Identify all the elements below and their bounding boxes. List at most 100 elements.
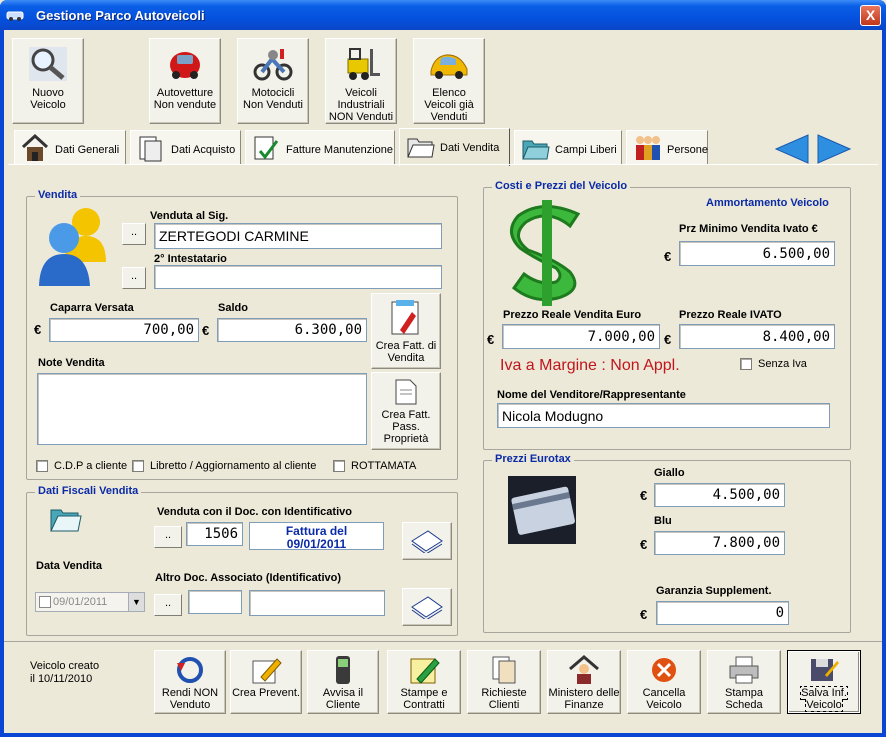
min-price-field[interactable]: 6.500,00	[679, 241, 835, 266]
magnifier-icon	[29, 47, 67, 81]
document-id-field[interactable]: 1506	[186, 522, 243, 546]
save-vehicle-label: Salva Inf. Veicolo	[800, 686, 848, 712]
buyer-field[interactable]: ZERTEGODI CARMINE	[154, 223, 442, 249]
other-document-id-field[interactable]	[188, 590, 242, 614]
print-sheet-label: Stampa Scheda	[725, 687, 763, 711]
person-house-icon	[569, 655, 599, 684]
delete-vehicle-button[interactable]: Cancella Veicolo	[627, 650, 701, 714]
tab-persone[interactable]: Persone	[626, 130, 708, 164]
finance-ministry-label: Ministero delle Finanze	[548, 687, 620, 711]
sale-date-picker[interactable]: 09/01/2011 ▼	[35, 592, 145, 612]
no-vat-checkbox[interactable]: Senza Iva	[740, 358, 807, 370]
group-title: Vendita	[35, 189, 81, 201]
checkbox-box[interactable]	[36, 460, 48, 472]
mark-unsold-button[interactable]: Rendi NON Venduto	[154, 650, 226, 714]
tab-campi-liberi[interactable]: Campi Liberi	[514, 130, 622, 164]
open-document-button[interactable]	[402, 522, 452, 560]
balance-field[interactable]: 6.300,00	[217, 318, 367, 342]
rottamata-checkbox[interactable]: ROTTAMATA	[333, 460, 416, 472]
blue-price-field[interactable]: 7.800,00	[654, 531, 785, 555]
buyer-lookup-button[interactable]: ..	[122, 223, 146, 245]
tab-fatture-manutenzione[interactable]: Fatture Manutenzione	[245, 130, 395, 164]
previous-arrow-icon[interactable]	[774, 134, 810, 164]
blue-price-currency: €	[640, 537, 648, 552]
pencil-edit-icon	[410, 658, 440, 684]
forklift-icon	[347, 48, 380, 80]
people-icon	[636, 136, 660, 160]
app-window: Gestione Parco Autoveicoli X Nuovo Veico…	[0, 0, 886, 737]
real-price-vat-label: Prezzo Reale IVATO	[679, 309, 782, 321]
tab-label: Dati Acquisto	[171, 144, 236, 156]
create-passive-invoice-label: Crea Fatt. Pass. Proprietà	[381, 409, 431, 445]
group-title: Costi e Prezzi del Veicolo	[492, 180, 631, 192]
checkbox-box[interactable]	[740, 358, 752, 370]
notes-textarea[interactable]	[37, 373, 367, 445]
date-checkbox[interactable]	[39, 596, 51, 608]
yellow-price-field[interactable]: 4.500,00	[654, 483, 785, 507]
warranty-currency: €	[640, 607, 648, 622]
print-sheet-button[interactable]: Stampa Scheda	[707, 650, 781, 714]
undo-icon	[177, 657, 203, 683]
create-invoice-label: Crea Fatt. di Vendita	[375, 340, 437, 364]
checkbox-label: ROTTAMATA	[351, 460, 417, 472]
unsold-industrial-label: Veicoli Industriali NON Venduti	[328, 87, 394, 123]
seller-field[interactable]: Nicola Modugno	[497, 403, 830, 428]
notify-client-button[interactable]: Avvisa il Cliente	[307, 650, 379, 714]
checkbox-box[interactable]	[132, 460, 144, 472]
title-bar: Gestione Parco Autoveicoli X	[0, 0, 886, 30]
second-holder-field[interactable]	[154, 265, 442, 289]
sold-vehicles-label: Elenco Veicoli già Venduti	[424, 87, 474, 123]
sold-vehicles-button[interactable]: Elenco Veicoli già Venduti	[413, 38, 485, 124]
document-stack-icon	[139, 136, 162, 162]
unsold-industrial-button[interactable]: Veicoli Industriali NON Venduti	[325, 38, 397, 124]
new-vehicle-button[interactable]: Nuovo Veicolo	[12, 38, 84, 124]
min-price-currency: €	[664, 249, 672, 264]
dollar-icon	[510, 200, 581, 306]
chevron-down-icon[interactable]: ▼	[128, 593, 144, 611]
create-estimate-button[interactable]: Crea Prevent.	[230, 650, 302, 714]
create-invoice-button[interactable]: Crea Fatt. di Vendita	[371, 293, 441, 369]
client-area: Nuovo Veicolo Autovetture Non vendute Mo…	[4, 30, 882, 733]
unsold-cars-button[interactable]: Autovetture Non vendute	[149, 38, 221, 124]
window-title: Gestione Parco Autoveicoli	[36, 8, 205, 23]
deposit-field[interactable]: 700,00	[49, 318, 199, 342]
pencil-note-icon	[252, 658, 282, 684]
new-vehicle-label: Nuovo Veicolo	[30, 87, 66, 111]
real-price-vat-field[interactable]: 8.400,00	[679, 324, 835, 349]
other-document-description-field[interactable]	[249, 590, 385, 616]
footer-separator	[4, 641, 882, 642]
buyer-label: Venduta al Sig.	[150, 210, 229, 222]
prints-contracts-button[interactable]: Stampe e Contratti	[387, 650, 461, 714]
deposit-currency: €	[34, 322, 42, 337]
other-document-lookup-button[interactable]: ..	[154, 594, 182, 616]
next-arrow-icon[interactable]	[816, 134, 852, 164]
tab-label: Dati Generali	[55, 144, 120, 156]
document-lookup-button[interactable]: ..	[154, 526, 182, 548]
yellow-price-label: Giallo	[654, 467, 685, 479]
client-requests-button[interactable]: Richieste Clienti	[467, 650, 541, 714]
warranty-field[interactable]: 0	[656, 601, 789, 625]
tab-dati-acquisto[interactable]: Dati Acquisto	[130, 130, 241, 164]
tab-dati-generali[interactable]: Dati Generali	[14, 130, 126, 164]
unsold-motorcycles-button[interactable]: Motocicli Non Venduti	[237, 38, 309, 124]
tab-dati-vendita[interactable]: Dati Vendita	[399, 128, 510, 166]
close-button[interactable]: X	[860, 5, 881, 26]
invoice-check-icon	[254, 136, 279, 160]
second-holder-lookup-button[interactable]: ..	[122, 267, 146, 289]
cdp-checkbox[interactable]: C.D.P a cliente	[36, 460, 127, 472]
document-icon	[395, 379, 417, 405]
phone-icon	[336, 656, 350, 684]
save-vehicle-button[interactable]: Salva Inf. Veicolo	[787, 650, 861, 714]
checkbox-label: Libretto / Aggiornamento al cliente	[150, 460, 317, 472]
create-passive-invoice-button[interactable]: Crea Fatt. Pass. Proprietà	[371, 372, 441, 450]
depreciation-link[interactable]: Ammortamento Veicolo	[706, 197, 829, 209]
yellow-car-icon	[430, 54, 468, 79]
libretto-checkbox[interactable]: Libretto / Aggiornamento al cliente	[132, 460, 316, 472]
group-title: Dati Fiscali Vendita	[35, 485, 142, 497]
app-icon	[6, 11, 24, 21]
real-price-field[interactable]: 7.000,00	[502, 324, 660, 349]
finance-ministry-button[interactable]: Ministero delle Finanze	[547, 650, 621, 714]
open-other-document-button[interactable]	[402, 588, 452, 626]
real-price-label: Prezzo Reale Vendita Euro	[503, 309, 642, 321]
checkbox-box[interactable]	[333, 460, 345, 472]
